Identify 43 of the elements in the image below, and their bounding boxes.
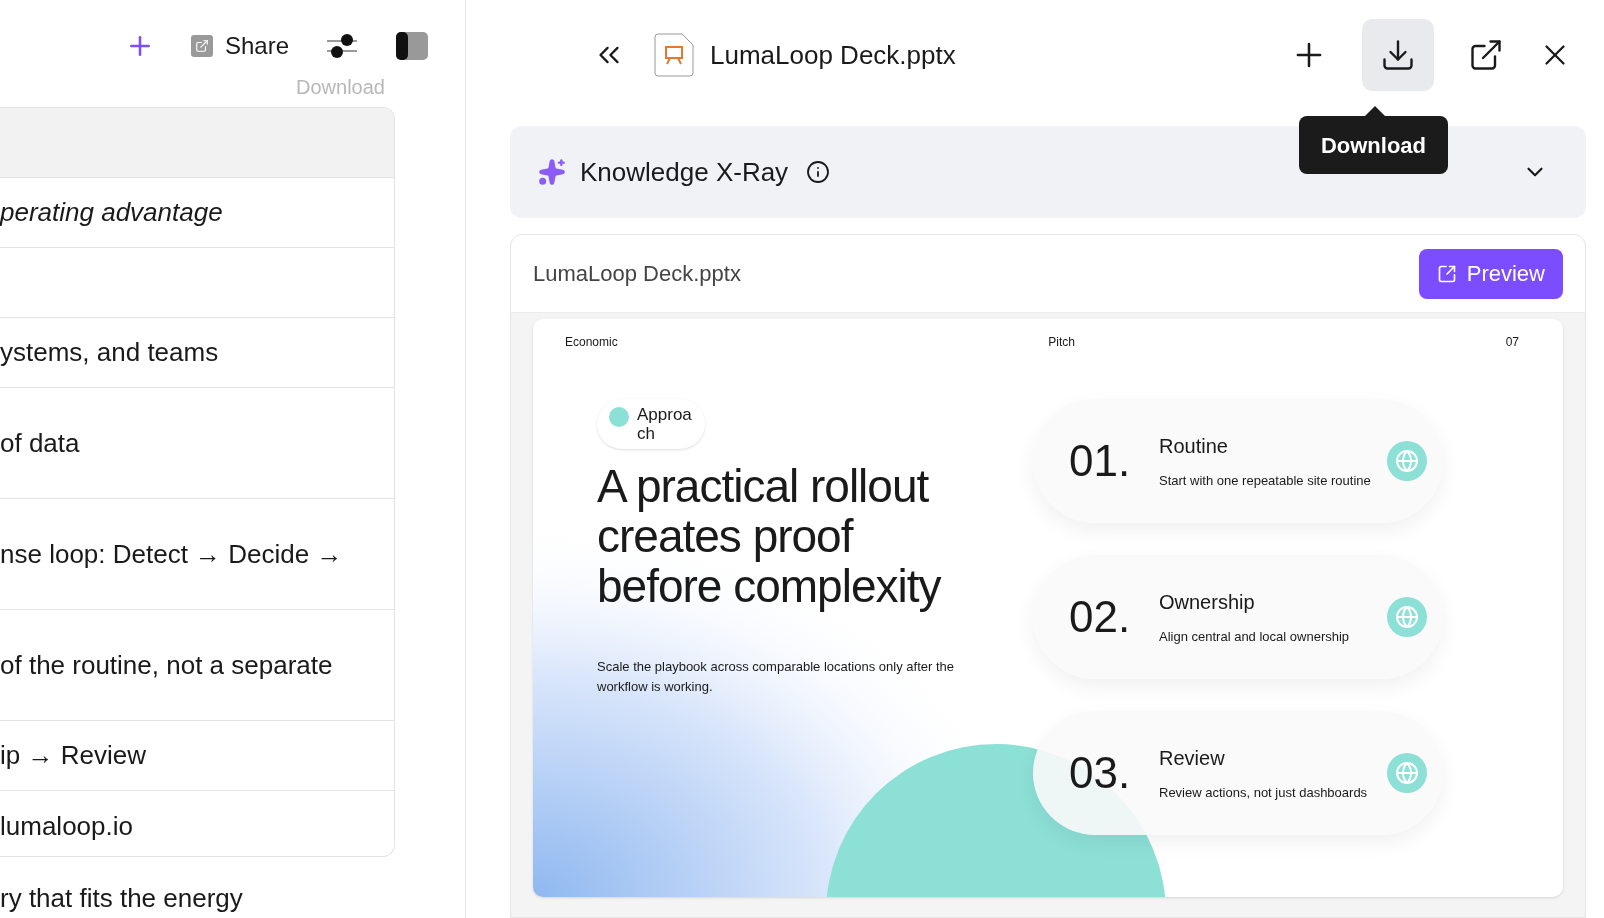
sparkle-icon [538,158,566,186]
share-button[interactable]: Share [190,27,289,64]
table-cell-text: of data [0,426,80,460]
step-title: Ownership [1159,590,1256,616]
step-title: Routine [1159,434,1229,460]
file-title: LumaLoop Deck.pptx [710,38,956,72]
info-icon [806,160,831,184]
card-title: LumaLoop Deck.pptx [533,260,741,288]
slide-headline: A practical rollout creates proof before complexity [597,461,942,611]
globe-icon [1387,441,1427,481]
paragraph-text: ry that fits the energy [0,883,243,913]
step-title: Review [1159,746,1226,772]
step-text: Align central and local ownership [1159,628,1350,647]
tag: Approach [597,399,705,449]
step-number: 02. [1069,591,1132,643]
slide-header-text: Pitch [1048,334,1075,351]
presentation-file-icon [654,33,694,77]
globe-icon [1387,753,1427,793]
globe-icon [1387,597,1427,637]
open-external-icon[interactable] [1468,37,1504,73]
step-number: 03. [1069,747,1132,799]
preview-button[interactable]: Preview [1418,248,1563,299]
table-cell-text: ystems, and teams [0,336,219,370]
step-text: Review actions, not just dashboards [1159,784,1368,803]
table-cell-text: of the routine, not a separate [0,648,333,682]
step-text: Start with one repeatable site routine [1159,472,1371,491]
xray-title: Knowledge X-Ray [580,155,789,189]
open-external-icon [1436,263,1457,284]
table-cell-text: nse loop: Detect → Decide → [0,537,343,571]
panel-toggle-icon[interactable] [395,30,429,61]
tag-icon [609,407,629,427]
tooltip-arrow [1365,106,1385,116]
step-number: 01. [1069,435,1132,487]
share-icon [190,34,213,57]
slide-header-text: Economic [565,334,618,351]
table-cell-text: perating advantage [0,196,223,230]
slide-body-text: Scale the playbook across comparable locations only after the workflow is working. [597,658,955,696]
slide-header-text: 07 [1505,334,1519,351]
tooltip: Download [1298,116,1448,174]
download-icon [1380,37,1416,73]
table-cell-text: lumaloop.io [0,809,133,843]
download-button[interactable] [1362,19,1434,91]
table-cell-text: ip → Review [0,739,146,773]
